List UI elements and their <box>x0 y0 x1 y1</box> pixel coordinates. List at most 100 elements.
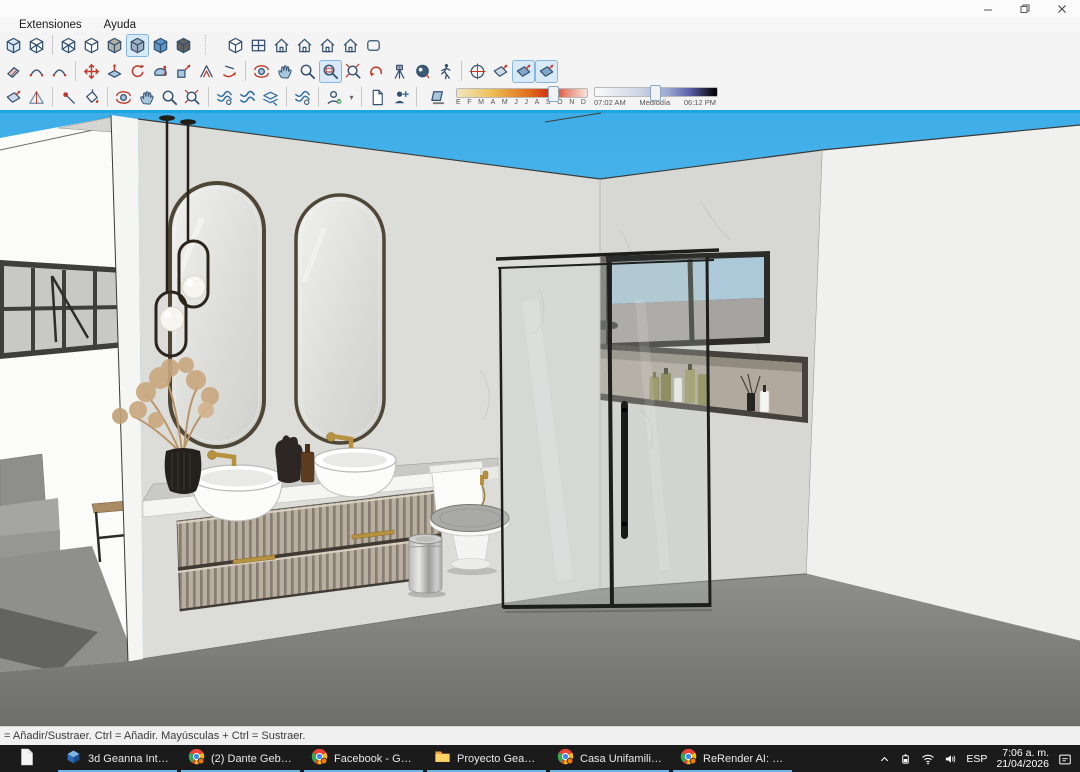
statusbar: = Añadir/Sustraer. Ctrl = Añadir. Mayúsc… <box>0 726 1080 745</box>
position-camera[interactable] <box>388 60 411 83</box>
style-wireframe[interactable] <box>57 34 80 57</box>
toolbar-separator <box>245 61 246 81</box>
menu-extensiones[interactable]: Extensiones <box>10 19 91 31</box>
push-pull-tool[interactable] <box>103 60 126 83</box>
time-slider-track[interactable] <box>594 87 718 97</box>
toolbar-separator <box>286 87 287 107</box>
toolbar-separator <box>361 87 362 107</box>
shower-door-handle <box>621 401 628 539</box>
show-section-cuts[interactable] <box>512 60 535 83</box>
plugin-flow-settings[interactable] <box>291 86 314 109</box>
mirror-tool[interactable] <box>218 60 241 83</box>
offset-tool[interactable] <box>195 60 218 83</box>
view-top[interactable] <box>247 34 270 57</box>
toolbar-row3-buttons: ▾ <box>2 86 421 109</box>
viewport-3d[interactable] <box>0 110 1080 726</box>
right-wall <box>806 125 1080 641</box>
taskbar-item-label: (2) Dante Gebel #94... <box>211 753 293 765</box>
restore-button[interactable] <box>1006 0 1043 17</box>
taskbar-items: 3d Geanna Interior ... (2) Dante Gebel #9… <box>0 745 794 772</box>
orbit-tool-secondary[interactable] <box>112 86 135 109</box>
plugin-swirl-zoom[interactable] <box>213 86 236 109</box>
move-tool[interactable] <box>80 60 103 83</box>
time-start-label: 07:02 AM <box>594 98 626 107</box>
toolbar-row2 <box>2 58 1080 84</box>
pan-tool[interactable] <box>273 60 296 83</box>
shadow-time-slider[interactable]: 07:02 AM Mediodía 06:12 PM <box>594 87 718 107</box>
action-center-icon[interactable] <box>1058 753 1072 766</box>
taskbar-item-proyecto[interactable]: Proyecto Geanna 4 <box>425 745 548 772</box>
view-left[interactable] <box>339 34 362 57</box>
zoom-tool[interactable] <box>296 60 319 83</box>
sketchup-window: Extensiones Ayuda ▾ EFMAMJJASOND 07:02 A… <box>0 0 1080 772</box>
profile-button[interactable] <box>323 86 346 109</box>
style-textured[interactable] <box>149 34 172 57</box>
arc-tool[interactable] <box>25 60 48 83</box>
view-right[interactable] <box>293 34 316 57</box>
month-label: M <box>478 99 484 106</box>
style-xray[interactable] <box>2 34 25 57</box>
new-document-button[interactable] <box>366 86 389 109</box>
view-back[interactable] <box>316 34 339 57</box>
view-front[interactable] <box>270 34 293 57</box>
menu-ayuda[interactable]: Ayuda <box>95 19 145 31</box>
battery-icon[interactable] <box>899 753 912 765</box>
taskbar-item-label: Facebook - Google ... <box>334 753 416 765</box>
look-around[interactable] <box>411 60 434 83</box>
plugin-flow[interactable] <box>236 86 259 109</box>
style-shaded-with-textures[interactable] <box>126 34 149 57</box>
zoom-extents-secondary[interactable] <box>181 86 204 109</box>
zoom-window-tool[interactable] <box>319 60 342 83</box>
scale-tool[interactable] <box>172 60 195 83</box>
show-section-fill[interactable] <box>535 60 558 83</box>
view-two-point[interactable] <box>362 34 385 57</box>
trash-can <box>408 534 446 597</box>
walk-tool[interactable] <box>434 60 457 83</box>
style-back-edges[interactable] <box>25 34 48 57</box>
shadow-toggle-button[interactable] <box>427 86 450 109</box>
orbit-tool[interactable] <box>250 60 273 83</box>
toolbar-row2-buttons <box>2 60 558 83</box>
taskbar-item-label: Proyecto Geanna 4 <box>457 753 539 765</box>
style-hidden-line[interactable] <box>80 34 103 57</box>
eraser-tool[interactable] <box>2 60 25 83</box>
follow-me-tool[interactable] <box>149 60 172 83</box>
file-icon <box>19 748 35 771</box>
shadow-date-slider[interactable]: EFMAMJJASOND <box>456 88 588 106</box>
taskbar-item-rerender[interactable]: ReRender AI: Herra... <box>671 745 794 772</box>
view-iso[interactable] <box>224 34 247 57</box>
dimensions-tool[interactable] <box>25 86 48 109</box>
previous-view[interactable] <box>365 60 388 83</box>
section-plane-display[interactable] <box>489 60 512 83</box>
paint-bucket-tool[interactable] <box>80 86 103 109</box>
close-button[interactable] <box>1043 0 1080 17</box>
tray-clock[interactable]: 7:06 a. m. 21/04/2026 <box>996 748 1049 770</box>
rotate-tool[interactable] <box>126 60 149 83</box>
language-indicator[interactable]: ESP <box>966 753 987 765</box>
taskbar-item-casa[interactable]: Casa Unifamiliar en... <box>548 745 671 772</box>
tray-chevron-icon[interactable] <box>879 754 890 765</box>
style-monochrome[interactable] <box>172 34 195 57</box>
taskbar-item-file[interactable] <box>10 745 56 772</box>
zoom-tool-secondary[interactable] <box>158 86 181 109</box>
pie-arc-tool[interactable] <box>48 60 71 83</box>
zoom-extents-tool[interactable] <box>342 60 365 83</box>
month-label: J <box>524 99 528 106</box>
volume-icon[interactable] <box>944 753 957 765</box>
axes-tool[interactable] <box>466 60 489 83</box>
time-slider-thumb[interactable] <box>650 85 661 101</box>
pan-tool-secondary[interactable] <box>135 86 158 109</box>
taskbar-item-sketchup[interactable]: 3d Geanna Interior ... <box>56 745 179 772</box>
date-slider-track[interactable] <box>456 88 588 98</box>
wifi-icon[interactable] <box>921 753 935 765</box>
taskbar-item-facebook[interactable]: Facebook - Google ... <box>302 745 425 772</box>
add-person-button[interactable] <box>389 86 412 109</box>
taskbar-item-dante-gebel[interactable]: (2) Dante Gebel #94... <box>179 745 302 772</box>
date-slider-thumb[interactable] <box>548 86 559 102</box>
style-shaded[interactable] <box>103 34 126 57</box>
section-plane-tool[interactable] <box>2 86 25 109</box>
plugin-layers[interactable] <box>259 86 282 109</box>
minimize-button[interactable] <box>969 0 1006 17</box>
label-tool[interactable] <box>57 86 80 109</box>
profile-dropdown-arrow[interactable]: ▾ <box>346 86 357 109</box>
